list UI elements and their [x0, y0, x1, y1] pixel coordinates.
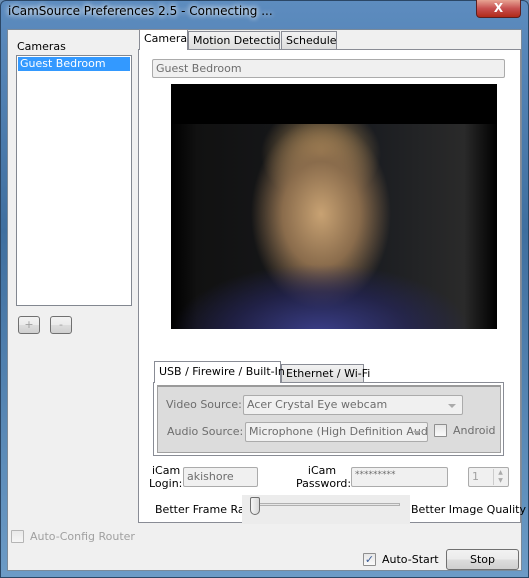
- close-button[interactable]: X: [476, 0, 521, 18]
- login-label: iCam Login:: [149, 464, 183, 490]
- auto-start-checkbox[interactable]: ✓: [363, 553, 376, 566]
- camera-list-item[interactable]: Guest Bedroom: [18, 57, 130, 71]
- slider-track: [254, 503, 400, 506]
- tab-ethernet-source[interactable]: Ethernet / Wi-Fi: [281, 364, 370, 383]
- video-source-label: Video Source:: [166, 398, 242, 411]
- password-label-line1: iCam: [307, 464, 337, 477]
- android-label: Android: [453, 424, 496, 437]
- login-label-line1: iCam: [152, 464, 181, 477]
- video-source-select[interactable]: Acer Crystal Eye webcam: [243, 395, 463, 415]
- add-camera-button[interactable]: +: [18, 316, 40, 334]
- chevron-down-icon: [413, 431, 421, 435]
- cameras-label: Cameras: [17, 40, 66, 53]
- stop-button[interactable]: Stop: [446, 549, 519, 570]
- video-source-value: Acer Crystal Eye webcam: [247, 398, 388, 411]
- tab-camera[interactable]: Camera: [139, 29, 188, 50]
- window-title: iCamSource Preferences 2.5 - Connecting …: [8, 4, 273, 18]
- checkmark-icon: ✓: [364, 553, 375, 566]
- tab-schedule[interactable]: Schedule: [281, 31, 337, 50]
- slider-thumb[interactable]: [250, 497, 260, 515]
- remove-camera-button[interactable]: -: [50, 316, 72, 334]
- auto-start-label: Auto-Start: [382, 553, 439, 566]
- camera-name-field[interactable]: Guest Bedroom: [152, 59, 505, 78]
- audio-source-select[interactable]: Microphone (High Definition Aud: [245, 422, 428, 442]
- login-field[interactable]: akishore: [183, 467, 258, 487]
- quality-slider[interactable]: [242, 495, 410, 524]
- android-checkbox[interactable]: [434, 424, 447, 437]
- cameras-list[interactable]: Guest Bedroom: [16, 55, 132, 306]
- video-frame: [171, 124, 497, 329]
- audio-source-value: Microphone (High Definition Aud: [249, 425, 428, 438]
- login-label-line2: Login:: [149, 477, 183, 490]
- number-spinner[interactable]: 1 ▲ ▼: [468, 467, 509, 487]
- camera-preview: [171, 84, 497, 329]
- chevron-down-icon: [448, 404, 456, 408]
- audio-source-label: Audio Source:: [167, 425, 244, 438]
- tab-motion-detection[interactable]: Motion Detection: [188, 31, 287, 50]
- auto-config-checkbox[interactable]: [11, 530, 24, 543]
- password-field[interactable]: *********: [351, 467, 448, 487]
- slider-right-label: Better Image Quality: [411, 503, 526, 516]
- password-label-line2: Password:: [296, 477, 352, 490]
- slider-left-label: Better Frame Rate: [155, 503, 256, 516]
- auto-config-label: Auto-Config Router: [30, 530, 135, 543]
- password-label: iCam Password:: [296, 464, 352, 490]
- tab-usb-source[interactable]: USB / Firewire / Built-In: [154, 361, 285, 383]
- spinner-value: 1: [472, 470, 479, 483]
- spinner-arrows-icon[interactable]: ▲ ▼: [493, 469, 507, 485]
